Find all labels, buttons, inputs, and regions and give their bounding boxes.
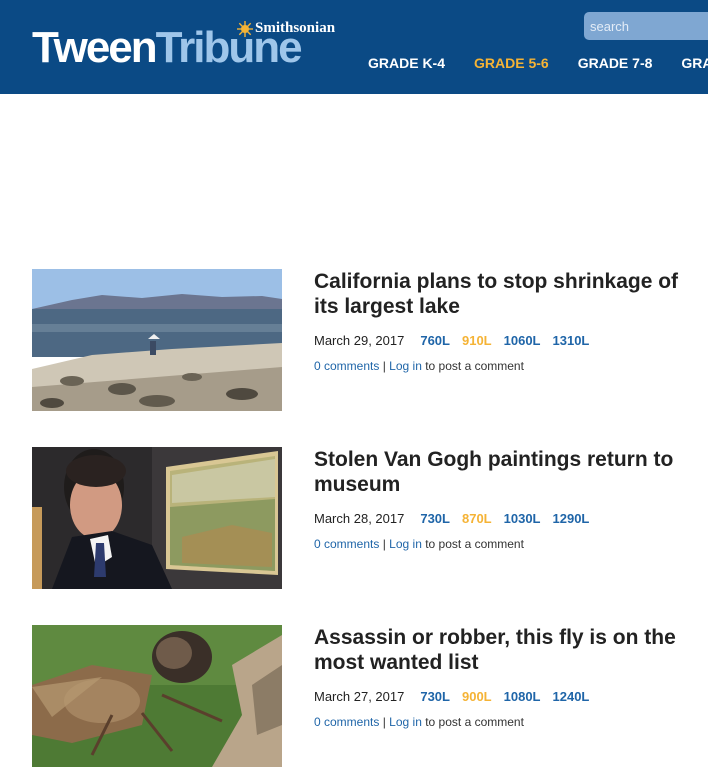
lexile-level[interactable]: 1290L bbox=[553, 511, 590, 526]
article-meta: March 28, 2017 730L 870L 1030L 1290L bbox=[314, 511, 708, 526]
article-item: Assassin or robber, this fly is on the m… bbox=[32, 625, 708, 767]
article-item: California plans to stop shrinkage of it… bbox=[32, 269, 708, 411]
nav-grade-k-4[interactable]: GRADE K-4 bbox=[368, 55, 445, 71]
article-info: Assassin or robber, this fly is on the m… bbox=[314, 625, 708, 729]
article-date: March 28, 2017 bbox=[314, 511, 405, 526]
comments-link[interactable]: 0 comments bbox=[314, 537, 379, 551]
lexile-level[interactable]: 730L bbox=[420, 511, 450, 526]
search-input[interactable] bbox=[584, 12, 708, 40]
comment-line: 0 comments | Log in to post a comment bbox=[314, 715, 708, 729]
separator: | bbox=[382, 359, 386, 373]
post-comment-text: to post a comment bbox=[425, 715, 524, 729]
comments-link[interactable]: 0 comments bbox=[314, 359, 379, 373]
sun-icon bbox=[237, 20, 253, 37]
article-date: March 29, 2017 bbox=[314, 333, 405, 348]
logo-tween: Tween bbox=[32, 23, 158, 72]
login-link[interactable]: Log in bbox=[389, 715, 422, 729]
article-info: Stolen Van Gogh paintings return to muse… bbox=[314, 447, 708, 551]
article-info: California plans to stop shrinkage of it… bbox=[314, 269, 708, 373]
lexile-level-current[interactable]: 900L bbox=[462, 689, 492, 704]
site-header: TweenTribune Smithsonian GRADE K-4 GRADE… bbox=[0, 0, 708, 94]
article-meta: March 27, 2017 730L 900L 1080L 1240L bbox=[314, 689, 708, 704]
lexile-level[interactable]: 1240L bbox=[553, 689, 590, 704]
nav-grade-5-6[interactable]: GRADE 5-6 bbox=[474, 55, 549, 71]
login-link[interactable]: Log in bbox=[389, 537, 422, 551]
grade-nav: GRADE K-4 GRADE 5-6 GRADE 7-8 GRADE 9-12 bbox=[368, 55, 708, 71]
article-date: March 27, 2017 bbox=[314, 689, 405, 704]
lexile-level[interactable]: 1060L bbox=[504, 333, 541, 348]
post-comment-text: to post a comment bbox=[425, 537, 524, 551]
lexile-level[interactable]: 760L bbox=[420, 333, 450, 348]
comments-link[interactable]: 0 comments bbox=[314, 715, 379, 729]
smithsonian-label: Smithsonian bbox=[255, 20, 336, 36]
article-thumbnail[interactable] bbox=[32, 269, 282, 411]
comment-line: 0 comments | Log in to post a comment bbox=[314, 537, 708, 551]
nav-grade-9-12[interactable]: GRADE 9-12 bbox=[681, 55, 708, 71]
article-title[interactable]: Stolen Van Gogh paintings return to muse… bbox=[314, 447, 708, 497]
post-comment-text: to post a comment bbox=[425, 359, 524, 373]
article-thumbnail[interactable] bbox=[32, 447, 282, 589]
article-meta: March 29, 2017 760L 910L 1060L 1310L bbox=[314, 333, 708, 348]
separator: | bbox=[382, 537, 386, 551]
article-title[interactable]: Assassin or robber, this fly is on the m… bbox=[314, 625, 708, 675]
lexile-level[interactable]: 1310L bbox=[553, 333, 590, 348]
article-thumbnail[interactable] bbox=[32, 625, 282, 767]
lexile-level[interactable]: 1080L bbox=[504, 689, 541, 704]
lexile-level-current[interactable]: 910L bbox=[462, 333, 492, 348]
lexile-level[interactable]: 730L bbox=[420, 689, 450, 704]
comment-line: 0 comments | Log in to post a comment bbox=[314, 359, 708, 373]
nav-grade-7-8[interactable]: GRADE 7-8 bbox=[578, 55, 653, 71]
smithsonian-brand: Smithsonian bbox=[237, 20, 335, 37]
article-item: Stolen Van Gogh paintings return to muse… bbox=[32, 447, 708, 589]
article-title[interactable]: California plans to stop shrinkage of it… bbox=[314, 269, 708, 319]
login-link[interactable]: Log in bbox=[389, 359, 422, 373]
lexile-level-current[interactable]: 870L bbox=[462, 511, 492, 526]
separator: | bbox=[382, 715, 386, 729]
lexile-level[interactable]: 1030L bbox=[504, 511, 541, 526]
